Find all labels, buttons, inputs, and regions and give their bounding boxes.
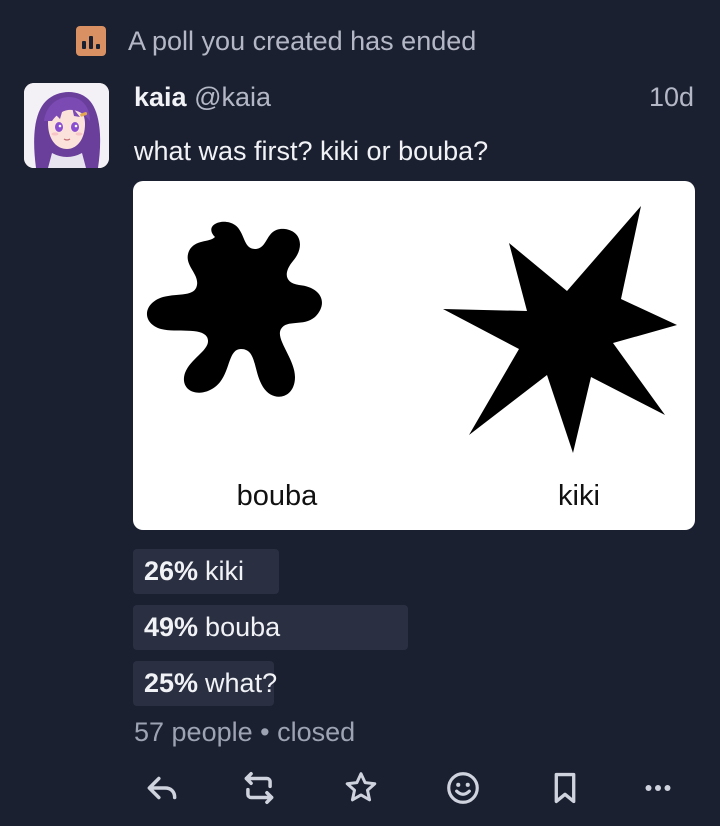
poll-option: 25% what? xyxy=(133,661,695,706)
kiki-label: kiki xyxy=(558,480,600,512)
favourite-button[interactable] xyxy=(339,766,383,810)
poll: 26% kiki 49% bouba 25% what? xyxy=(133,549,695,717)
poll-option-label: what? xyxy=(205,668,278,698)
poll-option: 26% kiki xyxy=(133,549,695,594)
avatar[interactable] xyxy=(24,83,109,168)
poll-percent: 26% xyxy=(144,556,199,586)
media-attachment[interactable]: bouba kiki xyxy=(133,181,695,530)
reply-button[interactable] xyxy=(140,766,184,810)
kiki-shape xyxy=(443,206,677,453)
poll-footer: 57 people • closed xyxy=(134,717,356,747)
poll-percent: 25% xyxy=(144,668,199,698)
status-author[interactable]: kaia @kaia xyxy=(134,82,271,113)
boost-button[interactable] xyxy=(237,766,281,810)
notification-text: A poll you created has ended xyxy=(128,25,477,56)
bouba-label: bouba xyxy=(237,480,319,512)
author-display-name[interactable]: kaia xyxy=(134,82,187,112)
favourite-icon xyxy=(345,772,377,802)
poll-option: 49% bouba xyxy=(133,605,695,650)
status-actions xyxy=(140,766,680,810)
more-icon xyxy=(645,784,671,792)
bookmark-icon xyxy=(554,772,576,804)
status-content: what was first? kiki or bouba? xyxy=(134,136,489,166)
bookmark-button[interactable] xyxy=(543,766,587,810)
emoji-react-button[interactable] xyxy=(441,766,485,810)
notification-header: A poll you created has ended xyxy=(76,24,476,58)
poll-percent: 49% xyxy=(144,612,199,642)
bouba-shape xyxy=(146,221,322,397)
more-button[interactable] xyxy=(636,766,680,810)
reply-icon xyxy=(147,776,177,800)
poll-option-label: kiki xyxy=(205,556,245,586)
emoji-react-icon xyxy=(447,772,479,804)
boost-icon xyxy=(244,772,274,804)
poll-icon xyxy=(76,26,106,56)
author-handle[interactable]: @kaia xyxy=(194,82,271,112)
status-timestamp[interactable]: 10d xyxy=(649,82,694,113)
poll-option-label: bouba xyxy=(205,612,281,642)
